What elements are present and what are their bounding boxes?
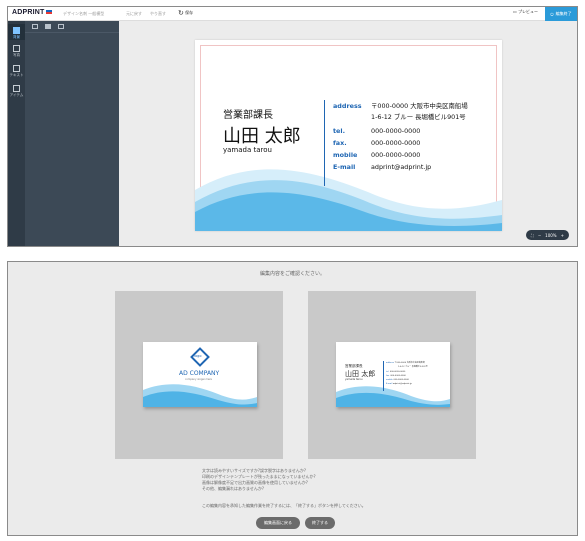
back-romaji: yamada tarou — [345, 378, 363, 381]
tool-rail: 背景 写真 テキスト アイテム — [8, 21, 25, 246]
finish-edit-button[interactable]: ⏻ 編集終了 — [545, 7, 577, 21]
checklist: 文字は読みやすいサイズですか?誤字脱字はありませんか? 印刷のデザインテンプレー… — [202, 468, 316, 492]
zoom-level: 100% — [545, 232, 557, 238]
preview-button[interactable]: ▭ プレビュー — [513, 9, 538, 15]
back-address: address 〒000-0000 大阪市中央区南船場 — [386, 362, 425, 364]
back-address-2: 1-6-12 ブルー 長堀橋ビル901号 — [398, 366, 428, 368]
card-address-row[interactable]: address 〒000-0000 大阪市中央区南船場 — [333, 101, 468, 110]
back-to-edit-button[interactable]: 編集画面に戻る — [256, 517, 300, 529]
design-title: デザイン名刺 一般横型 — [63, 11, 105, 16]
checklist-item: その他、編集漏れはありませんか? — [202, 486, 265, 491]
rail-item-photo[interactable]: 写真 — [8, 43, 25, 58]
save-button[interactable]: ↻ 保存 — [178, 9, 193, 17]
zoom-in-icon[interactable]: + — [561, 233, 564, 238]
back-card-preview: 営業部課長 山田 太郎 yamada tarou address 〒000-00… — [336, 342, 450, 407]
card-tel-row[interactable]: tel. 000-0000-0000 — [333, 127, 420, 135]
editor-toolbar: ADPRINT デザイン名刺 一般横型 元に戻す やり直す ↻ 保存 ▭ プレビ… — [8, 7, 577, 21]
template-panel — [25, 21, 119, 246]
redo-button[interactable]: やり直す — [150, 11, 166, 17]
front-logo-text: logo — [194, 354, 202, 358]
image-icon — [13, 45, 20, 52]
finish-note: この編集内容を承知した編集作業を終了するには、「終了する」ボタンを押してください… — [202, 503, 366, 508]
front-preview-panel: logo AD COMPANY company slogan here — [115, 291, 283, 459]
finish-button[interactable]: 終了する — [305, 517, 335, 529]
card-name[interactable]: 山田 太郎 — [223, 122, 301, 148]
card-fax-row[interactable]: fax. 000-0000-0000 — [333, 139, 420, 147]
monitor-icon: ▭ — [513, 9, 517, 14]
edit-canvas[interactable]: 営業部課長 山田 太郎 yamada tarou address 〒000-000… — [119, 21, 577, 246]
zoom-control[interactable]: ⛶ − 100% + — [526, 230, 569, 240]
business-card-back[interactable]: 営業部課長 山田 太郎 yamada tarou address 〒000-000… — [195, 40, 502, 231]
rail-item-text[interactable]: テキスト — [8, 63, 25, 78]
front-card-preview: logo AD COMPANY company slogan here — [143, 342, 257, 407]
tab-tile-icon[interactable] — [58, 24, 64, 29]
tab-grid-icon[interactable] — [45, 24, 51, 29]
back-preview-panel: 営業部課長 山田 太郎 yamada tarou address 〒000-00… — [308, 291, 476, 459]
flag-icon — [45, 10, 52, 15]
back-fax: fax. 000-0000-0000 — [386, 375, 406, 377]
confirm-heading: 編集内容をご確認ください。 — [259, 271, 325, 277]
confirm-window: 編集内容をご確認ください。 logo AD COMPANY company sl… — [7, 261, 578, 536]
shape-icon — [13, 85, 20, 92]
background-icon — [13, 27, 20, 34]
card-email-row[interactable]: E-mail adprint@adprint.jp — [333, 163, 431, 171]
editor-window: ADPRINT デザイン名刺 一般横型 元に戻す やり直す ↻ 保存 ▭ プレビ… — [7, 6, 578, 247]
power-icon: ⏻ — [550, 11, 554, 17]
brand-logo: ADPRINT — [12, 9, 52, 16]
undo-button[interactable]: 元に戻す — [126, 11, 142, 17]
tab-list-icon[interactable] — [32, 24, 38, 29]
rail-item-background[interactable]: 背景 — [8, 24, 25, 40]
refresh-icon: ↻ — [178, 9, 184, 17]
panel-tabs — [25, 21, 119, 33]
text-icon — [13, 65, 20, 72]
back-mobile: mobile 000-0000-0000 — [386, 379, 409, 381]
front-company: AD COMPANY — [179, 370, 220, 377]
card-mobile-row[interactable]: mobile 000-0000-0000 — [333, 151, 420, 159]
back-tel: tel. 000-0000-0000 — [386, 371, 406, 373]
accent-rule — [324, 100, 325, 186]
card-job-title[interactable]: 営業部課長 — [223, 106, 273, 121]
rail-item-item[interactable]: アイテム — [8, 83, 25, 98]
back-rule — [383, 361, 384, 391]
front-tagline: company slogan here — [185, 378, 212, 381]
zoom-out-icon[interactable]: − — [538, 233, 541, 238]
card-address-row-2[interactable]: 1-6-12 ブルー 長堀橋ビル901号 — [333, 112, 466, 121]
fit-screen-icon[interactable]: ⛶ — [531, 233, 534, 238]
card-romaji[interactable]: yamada tarou — [223, 146, 272, 154]
back-email: E-mail adprint@adprint.jp — [386, 383, 412, 385]
